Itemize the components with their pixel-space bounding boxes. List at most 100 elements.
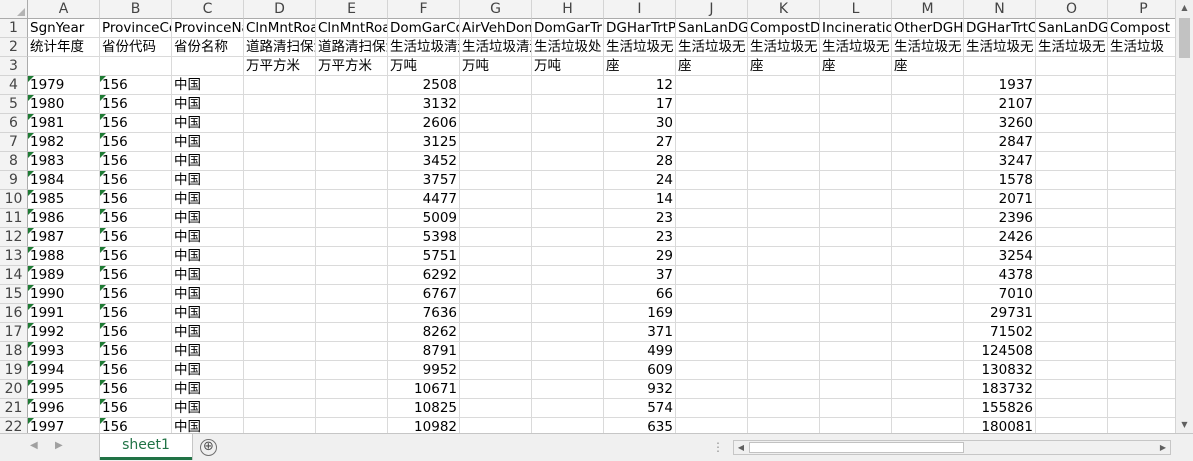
- cell-a10[interactable]: 1985: [28, 190, 100, 209]
- cell-o12[interactable]: [1036, 228, 1108, 247]
- cell-a14[interactable]: 1989: [28, 266, 100, 285]
- cell-h20[interactable]: [532, 380, 604, 399]
- cell-e18[interactable]: [316, 342, 388, 361]
- cell-i5[interactable]: 17: [604, 95, 676, 114]
- cell-i7[interactable]: 27: [604, 133, 676, 152]
- cell-n6[interactable]: 3260: [964, 114, 1036, 133]
- cell-e20[interactable]: [316, 380, 388, 399]
- cell-l20[interactable]: [820, 380, 892, 399]
- cell-o17[interactable]: [1036, 323, 1108, 342]
- cell-a6[interactable]: 1981: [28, 114, 100, 133]
- cell-h13[interactable]: [532, 247, 604, 266]
- cell-d17[interactable]: [244, 323, 316, 342]
- cell-m2[interactable]: 生活垃圾无: [892, 38, 964, 57]
- sheet-tab-sheet1[interactable]: sheet1: [100, 434, 192, 460]
- cell-e15[interactable]: [316, 285, 388, 304]
- cell-d16[interactable]: [244, 304, 316, 323]
- cell-m1[interactable]: OtherDGH: [892, 19, 964, 38]
- cell-f12[interactable]: 5398: [388, 228, 460, 247]
- cell-d10[interactable]: [244, 190, 316, 209]
- cell-f21[interactable]: 10825: [388, 399, 460, 418]
- cell-d11[interactable]: [244, 209, 316, 228]
- cell-g7[interactable]: [460, 133, 532, 152]
- cell-n12[interactable]: 2426: [964, 228, 1036, 247]
- cell-e6[interactable]: [316, 114, 388, 133]
- cell-i10[interactable]: 14: [604, 190, 676, 209]
- cell-k16[interactable]: [748, 304, 820, 323]
- row-header[interactable]: 5: [0, 95, 28, 114]
- cell-d19[interactable]: [244, 361, 316, 380]
- row-header[interactable]: 10: [0, 190, 28, 209]
- cell-b19[interactable]: 156: [100, 361, 172, 380]
- row-header[interactable]: 9: [0, 171, 28, 190]
- cell-m18[interactable]: [892, 342, 964, 361]
- cell-g13[interactable]: [460, 247, 532, 266]
- cell-p11[interactable]: [1108, 209, 1175, 228]
- cell-o2[interactable]: 生活垃圾无: [1036, 38, 1108, 57]
- cell-c9[interactable]: 中国: [172, 171, 244, 190]
- cell-h7[interactable]: [532, 133, 604, 152]
- cell-g20[interactable]: [460, 380, 532, 399]
- cell-g1[interactable]: AirVehDom: [460, 19, 532, 38]
- cell-n3[interactable]: [964, 57, 1036, 76]
- cell-i19[interactable]: 609: [604, 361, 676, 380]
- cell-n4[interactable]: 1937: [964, 76, 1036, 95]
- cell-k19[interactable]: [748, 361, 820, 380]
- cell-j13[interactable]: [676, 247, 748, 266]
- cell-m10[interactable]: [892, 190, 964, 209]
- cell-c19[interactable]: 中国: [172, 361, 244, 380]
- cell-b15[interactable]: 156: [100, 285, 172, 304]
- scroll-up-icon[interactable]: ▲: [1176, 0, 1193, 16]
- cell-n9[interactable]: 1578: [964, 171, 1036, 190]
- cell-f3[interactable]: 万吨: [388, 57, 460, 76]
- cell-f1[interactable]: DomGarCol: [388, 19, 460, 38]
- cell-l22[interactable]: [820, 418, 892, 433]
- row-header[interactable]: 8: [0, 152, 28, 171]
- cell-o15[interactable]: [1036, 285, 1108, 304]
- cell-a18[interactable]: 1993: [28, 342, 100, 361]
- cell-f22[interactable]: 10982: [388, 418, 460, 433]
- cell-n20[interactable]: 183732: [964, 380, 1036, 399]
- cell-h16[interactable]: [532, 304, 604, 323]
- row-header[interactable]: 3: [0, 57, 28, 76]
- column-header-p[interactable]: P: [1108, 0, 1175, 19]
- scroll-right-icon[interactable]: ▶: [1156, 441, 1170, 454]
- cell-d1[interactable]: ClnMntRoad: [244, 19, 316, 38]
- cell-d5[interactable]: [244, 95, 316, 114]
- cell-d15[interactable]: [244, 285, 316, 304]
- column-header-i[interactable]: I: [604, 0, 676, 19]
- cell-k2[interactable]: 生活垃圾无: [748, 38, 820, 57]
- cell-m4[interactable]: [892, 76, 964, 95]
- cell-i12[interactable]: 23: [604, 228, 676, 247]
- cell-o21[interactable]: [1036, 399, 1108, 418]
- row-header[interactable]: 11: [0, 209, 28, 228]
- cell-e8[interactable]: [316, 152, 388, 171]
- cell-k18[interactable]: [748, 342, 820, 361]
- cell-h5[interactable]: [532, 95, 604, 114]
- cell-c21[interactable]: 中国: [172, 399, 244, 418]
- cell-e19[interactable]: [316, 361, 388, 380]
- cell-c16[interactable]: 中国: [172, 304, 244, 323]
- column-header-h[interactable]: H: [532, 0, 604, 19]
- cell-o10[interactable]: [1036, 190, 1108, 209]
- cell-a11[interactable]: 1986: [28, 209, 100, 228]
- horizontal-scrollbar[interactable]: ◀ ▶: [733, 440, 1171, 455]
- cell-f2[interactable]: 生活垃圾清运: [388, 38, 460, 57]
- cell-g16[interactable]: [460, 304, 532, 323]
- cell-g9[interactable]: [460, 171, 532, 190]
- cell-h3[interactable]: 万吨: [532, 57, 604, 76]
- cell-c10[interactable]: 中国: [172, 190, 244, 209]
- cell-g3[interactable]: 万吨: [460, 57, 532, 76]
- cell-p17[interactable]: [1108, 323, 1175, 342]
- cell-b18[interactable]: 156: [100, 342, 172, 361]
- cell-d9[interactable]: [244, 171, 316, 190]
- cell-i18[interactable]: 499: [604, 342, 676, 361]
- cell-a20[interactable]: 1995: [28, 380, 100, 399]
- cell-h22[interactable]: [532, 418, 604, 433]
- cell-g8[interactable]: [460, 152, 532, 171]
- cell-l14[interactable]: [820, 266, 892, 285]
- cell-l11[interactable]: [820, 209, 892, 228]
- cell-o4[interactable]: [1036, 76, 1108, 95]
- cell-j7[interactable]: [676, 133, 748, 152]
- cell-g17[interactable]: [460, 323, 532, 342]
